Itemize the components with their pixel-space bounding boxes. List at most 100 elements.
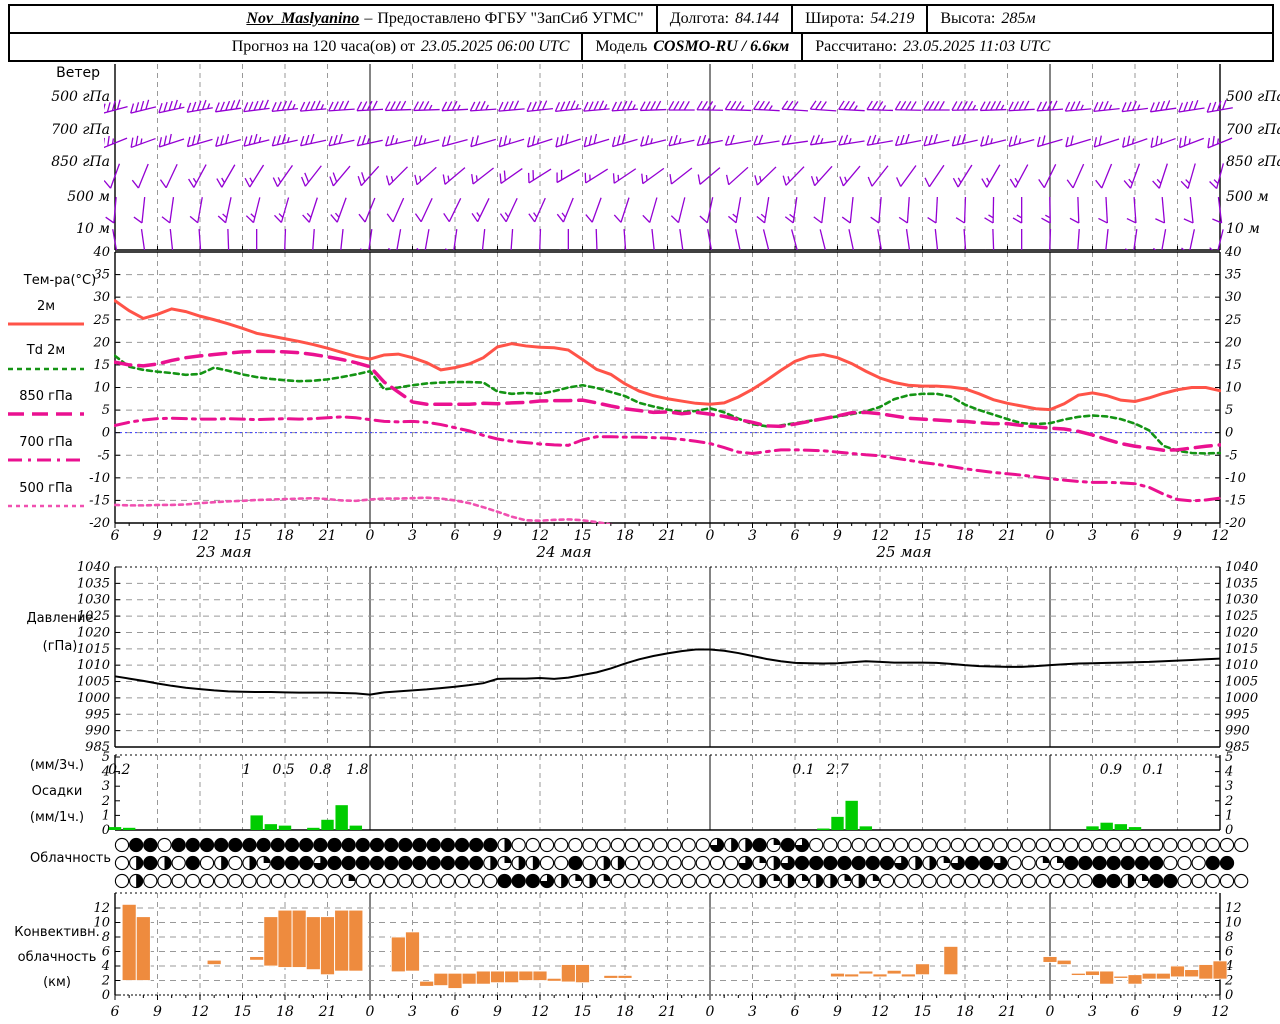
conv-cloud-bar — [575, 964, 590, 984]
precip-bar — [817, 828, 830, 830]
pressure-ytick-left: 990 — [85, 724, 110, 739]
pressure-title: Давление — [26, 611, 93, 626]
precip-bar — [335, 805, 348, 830]
conv-cloud-bar — [461, 972, 477, 985]
wind-level-label-left: 500 м — [67, 189, 110, 205]
pressure-ytick-left: 995 — [85, 707, 110, 722]
precip-bar — [1114, 824, 1128, 830]
conv-cloud-bar — [872, 973, 888, 978]
precip-ytick-right: 3 — [1225, 779, 1233, 794]
wind-barb — [640, 135, 667, 147]
x-tick-label: 15 — [234, 1004, 252, 1020]
wind-barb — [216, 164, 236, 188]
x-tick-label: 9 — [833, 1004, 842, 1020]
wind-barb — [1150, 135, 1176, 149]
x-tick-label: 12 — [871, 1004, 889, 1020]
x-tick-label: 3 — [1088, 528, 1097, 544]
wind-barb — [724, 134, 752, 146]
temp-ytick-left: -5 — [97, 448, 110, 463]
precip-3h-label: 0.1 — [792, 762, 814, 778]
x-tick-label: 0 — [366, 528, 375, 544]
conv-ytick-left: 4 — [101, 959, 110, 974]
wind-barb — [1008, 135, 1035, 147]
x-tick-label: 9 — [1173, 1004, 1182, 1020]
wind-barb — [668, 134, 695, 147]
wind-barb — [300, 165, 322, 187]
precip-bar — [349, 825, 363, 830]
wind-barb — [1077, 228, 1080, 250]
wind-barb — [1178, 100, 1205, 113]
conv-cloud-bar — [886, 969, 902, 975]
meteogram-chart: Ветер 500 гПа 500 гПа 700 гПа 700 гПа 850 гПа… — [8, 64, 1280, 1020]
legend-label-td2m: Td 2м — [26, 343, 65, 358]
x-tick-label: 18 — [616, 1004, 634, 1020]
precip-bar — [122, 827, 136, 830]
wind-barb — [1153, 229, 1167, 250]
precip-3h-label: 0.2 — [108, 762, 130, 778]
temp-ytick-right: -10 — [1225, 471, 1246, 486]
wind-level-label-right: 700 гПа — [1226, 122, 1280, 138]
wind-barb — [1155, 196, 1166, 224]
wind-barb — [340, 229, 344, 250]
precip-bar — [108, 827, 122, 830]
conv-cloud-bar — [830, 972, 845, 978]
day-label: 25 мая — [875, 543, 931, 561]
wind-barb — [215, 133, 242, 147]
conv-ytick-right: 10 — [1225, 916, 1242, 931]
wind-barb — [1069, 196, 1080, 224]
x-tick-label: 18 — [276, 1004, 294, 1020]
wind-barb — [613, 197, 630, 223]
conv-cloud-bar — [858, 970, 874, 975]
wind-barb — [923, 101, 950, 111]
wind-barb — [357, 165, 380, 187]
conv-cloud-bar — [518, 970, 534, 981]
wind-barb — [539, 228, 542, 250]
conv-cloud-bar — [206, 959, 222, 965]
precip-3h-label: 2.7 — [825, 762, 848, 778]
wind-barb — [413, 100, 440, 112]
temp-ytick-left: 40 — [92, 245, 110, 260]
wind-barb — [979, 100, 1007, 112]
precip-unit-1h: (мм/1ч.) — [30, 810, 84, 825]
x-tick-label: 21 — [318, 528, 337, 544]
wind-barb — [894, 100, 922, 111]
conv-cloud-bar — [419, 980, 435, 987]
wind-barb — [896, 165, 917, 187]
wind-title: Ветер — [56, 65, 100, 81]
wind-level-label-left: 500 гПа — [51, 89, 110, 105]
x-tick-label: 3 — [1088, 1004, 1097, 1020]
conv-cloud-bar — [603, 975, 619, 979]
wind-barb — [697, 167, 721, 185]
x-tick-label: 21 — [658, 528, 677, 544]
wind-barb — [245, 197, 261, 224]
wind-barb — [481, 229, 486, 250]
wind-barb — [923, 133, 950, 147]
wind-barb — [791, 229, 798, 250]
wind-barb — [248, 229, 258, 250]
temp-ytick-left: -20 — [89, 516, 110, 531]
precip-3h-label: 0.1 — [1142, 762, 1164, 778]
temp-ytick-right: 15 — [1225, 358, 1242, 373]
pressure-ytick-right: 1035 — [1225, 576, 1258, 591]
pressure-ytick-right: 1040 — [1225, 560, 1258, 575]
wind-barb — [1093, 135, 1120, 148]
x-tick-label: 18 — [616, 528, 634, 544]
conv-cloud-bar — [504, 970, 520, 984]
wind-barb — [839, 165, 861, 187]
wind-barb — [554, 100, 582, 113]
wind-barb — [639, 100, 667, 112]
wind-barb — [623, 228, 627, 250]
precip-ytick-right: 5 — [1225, 750, 1233, 765]
pressure-ytick-right: 1005 — [1225, 675, 1258, 690]
wind-barb — [952, 164, 973, 188]
pressure-ytick-left: 1035 — [77, 576, 110, 591]
conv-cloud-bar — [249, 956, 265, 961]
wind-barb — [583, 133, 610, 148]
wind-barb — [444, 229, 458, 250]
precip-panel: 0 01 12 23 34 45 5(мм/3ч.)Осадки(мм/1ч.)0.2 1 0.… — [30, 750, 1233, 838]
precip-3h-label: 0.8 — [309, 762, 331, 778]
wind-barb — [387, 229, 402, 250]
conv-cloud-bar — [1099, 970, 1115, 985]
x-tick-label: 6 — [111, 528, 120, 544]
conv-title-line: Конвективн. — [14, 925, 100, 940]
